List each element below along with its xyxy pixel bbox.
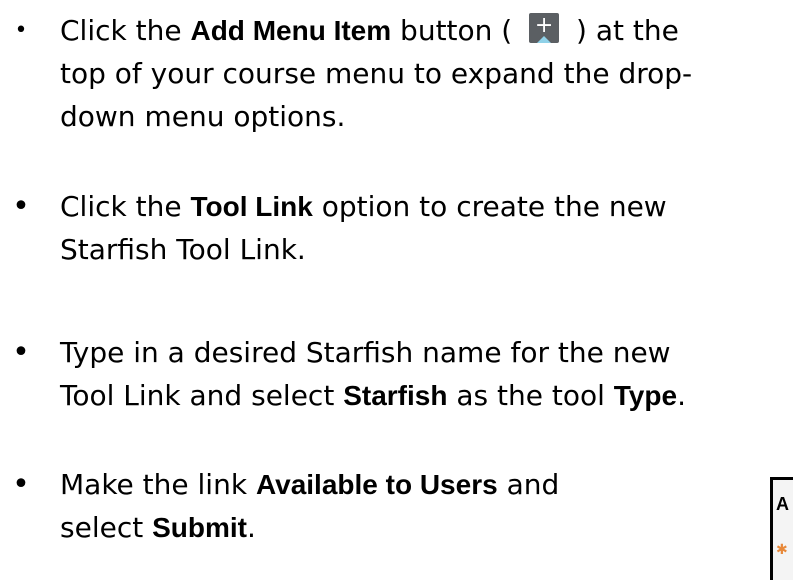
- bullet-point: •: [12, 189, 30, 224]
- add-menu-item-label: Add Menu Item: [190, 15, 392, 46]
- available-to-users-label: Available to Users: [255, 469, 498, 500]
- crop-letter: A: [776, 494, 789, 514]
- bullet-point: •: [12, 467, 30, 502]
- bullet-point: •: [12, 335, 30, 370]
- step-4-line-1: Make the link Available to Users and: [60, 468, 560, 501]
- step-1-line-2: top of your course menu to expand the dr…: [60, 57, 693, 90]
- step-3-line-1: Type in a desired Starfish name for the …: [60, 336, 671, 369]
- step-1-line-3: down menu options.: [60, 100, 346, 133]
- step-2-line-1: Click the Tool Link option to create the…: [60, 190, 667, 223]
- step-4-line-2: select Submit.: [60, 511, 256, 544]
- type-label: Type: [613, 380, 678, 411]
- bullet-point: •: [14, 18, 28, 43]
- add-menu-item-icon: +: [529, 13, 560, 43]
- screenshot-crop: A ✱: [770, 477, 793, 580]
- starfish-label: Starfish: [343, 380, 448, 411]
- tool-link-label: Tool Link: [190, 191, 313, 222]
- starfish-icon: ✱: [776, 542, 788, 558]
- step-3-line-2: Tool Link and select Starfish as the too…: [60, 379, 686, 412]
- step-2-line-2: Starfish Tool Link.: [60, 233, 306, 266]
- step-1-line-1: Click the Add Menu Item button ( + ) at …: [60, 13, 679, 47]
- submit-label: Submit: [152, 512, 247, 543]
